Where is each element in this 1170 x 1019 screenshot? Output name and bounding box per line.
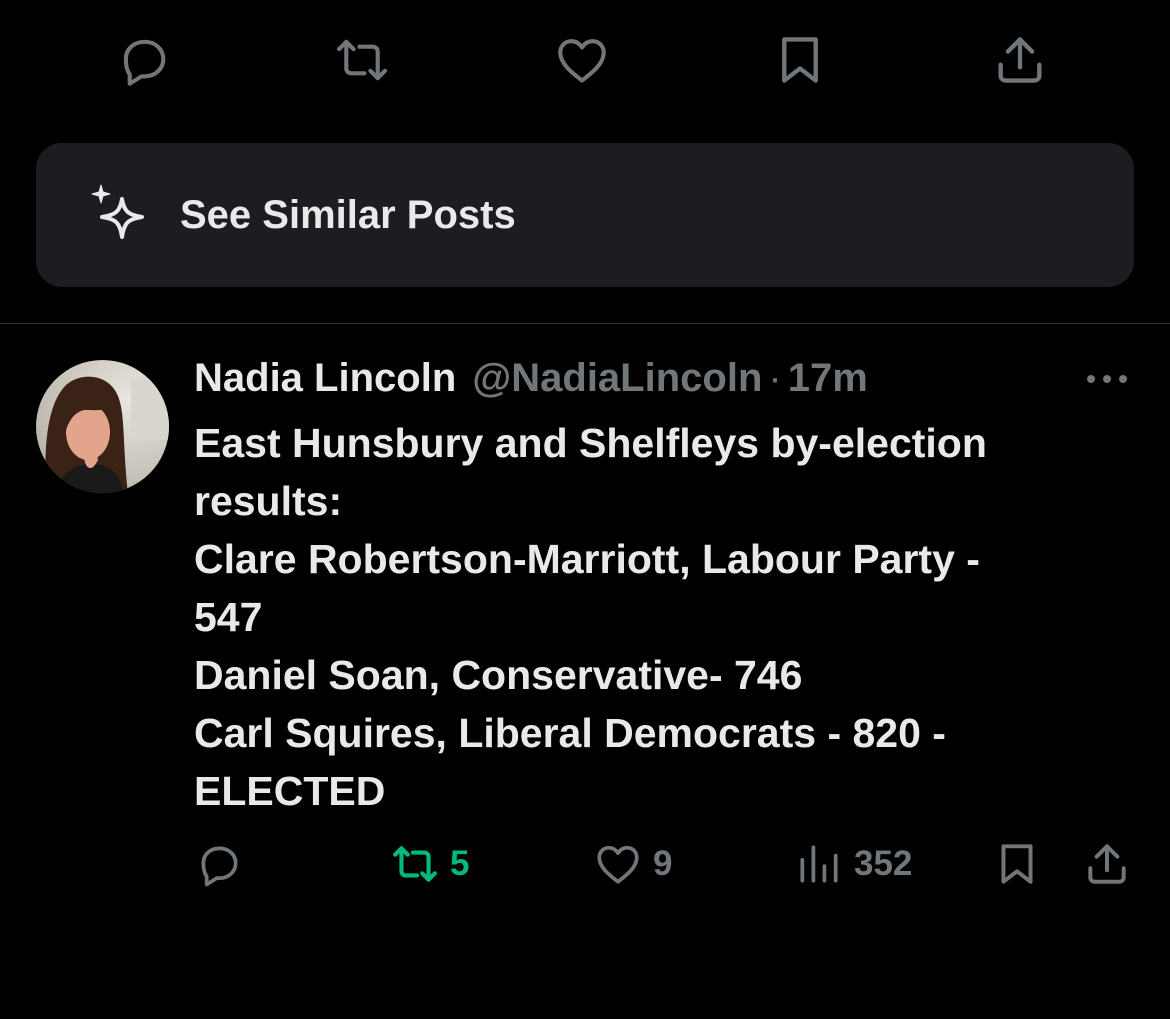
more-dots-icon [1087,375,1127,383]
avatar[interactable] [36,360,169,493]
like-count: 9 [653,844,673,883]
divider [0,323,1170,324]
post-text-line: Clare Robertson-Marriott, Labour Party - [194,536,980,582]
heart-icon [597,845,639,884]
avatar-image [36,360,169,493]
see-similar-posts-button[interactable]: See Similar Posts [36,143,1134,287]
post-text-line: 547 [194,594,263,640]
post-text-line: ELECTED [194,768,386,814]
reply-button[interactable] [114,30,174,90]
view-count: 352 [854,844,913,883]
post-reply-button[interactable] [194,836,244,892]
post-text-line: Carl Squires, Liberal Democrats - 820 - [194,710,946,756]
post-text: East Hunsbury and Shelfleys by-election … [194,414,1114,820]
share-icon [998,37,1042,83]
user-handle[interactable]: @NadiaLincoln [472,356,762,401]
share-button[interactable] [990,30,1050,90]
post-header: Nadia Lincoln @NadiaLincoln · 17m [194,356,868,406]
top-action-bar [0,0,1170,120]
sparkle-icon [84,179,156,251]
reply-icon [201,846,238,887]
repost-icon [393,846,437,882]
post-timestamp[interactable]: 17m [788,356,868,401]
post-like-button[interactable]: 9 [593,836,672,892]
like-button[interactable] [552,30,612,90]
more-options-button[interactable] [1084,364,1130,394]
post-repost-button[interactable]: 5 [390,836,469,892]
views-chart-icon [800,845,838,883]
share-icon [1088,844,1126,884]
heart-icon [558,39,606,83]
bookmark-icon [1001,844,1033,884]
see-similar-posts-label: See Similar Posts [180,193,516,237]
display-name[interactable]: Nadia Lincoln [194,356,456,401]
post-bookmark-button[interactable] [992,836,1042,892]
post-text-line: results: [194,478,343,524]
bookmark-button[interactable] [770,30,830,90]
header-separator: · [768,356,782,400]
repost-button[interactable] [332,30,392,90]
post-share-button[interactable] [1082,836,1132,892]
post-views-button[interactable]: 352 [794,836,912,892]
repost-count: 5 [450,844,470,883]
repost-icon [336,39,388,81]
post-text-line: Daniel Soan, Conservative- 746 [194,652,803,698]
bookmark-icon [782,37,818,83]
reply-icon [123,39,166,86]
post-text-line: East Hunsbury and Shelfleys by-election [194,420,987,466]
